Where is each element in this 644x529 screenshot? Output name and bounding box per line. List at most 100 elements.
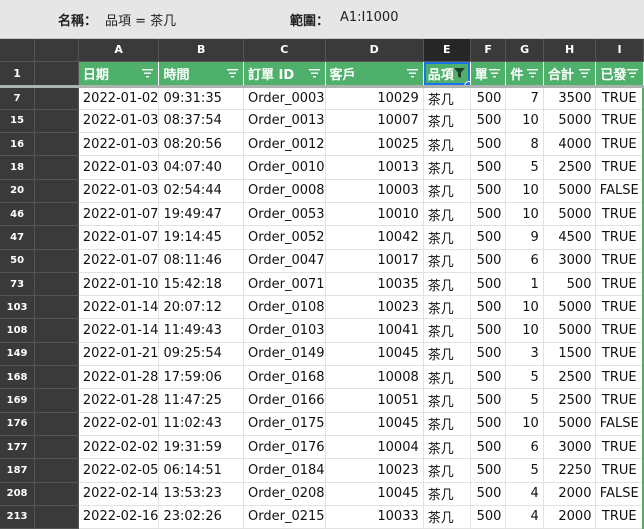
cell-g[interactable]: 1 — [505, 272, 544, 297]
filter-header-i[interactable]: 已發 — [595, 61, 644, 88]
filter-active-icon[interactable] — [453, 68, 465, 78]
cell-i[interactable]: TRUE — [595, 272, 644, 297]
cell-d[interactable]: 10017 — [325, 249, 424, 273]
cell-h[interactable]: 2000 — [543, 505, 597, 529]
cell-d[interactable]: 10045 — [325, 342, 424, 367]
cell-i[interactable]: FALSE — [595, 179, 644, 203]
cell-i[interactable]: TRUE — [595, 388, 644, 413]
cell-d[interactable]: 10007 — [325, 109, 424, 134]
cell-e[interactable]: 茶几 — [423, 388, 471, 413]
cell-i[interactable]: TRUE — [595, 202, 644, 227]
cell-b[interactable]: 09:31:35 — [158, 86, 245, 110]
cell-b[interactable]: 11:47:25 — [158, 388, 245, 413]
cell-c[interactable]: Order_0108 — [243, 295, 326, 320]
row-number[interactable]: 16 — [0, 132, 36, 157]
cell-e[interactable]: 茶几 — [423, 435, 471, 460]
cell-h[interactable]: 2000 — [543, 482, 597, 506]
row-number[interactable]: 15 — [0, 109, 36, 134]
cell-b[interactable]: 19:49:47 — [158, 202, 245, 227]
cell-b[interactable]: 08:11:46 — [158, 249, 245, 273]
cell-g[interactable]: 5 — [505, 155, 544, 180]
cell-d[interactable]: 10051 — [325, 388, 424, 413]
cell-b[interactable]: 04:07:40 — [158, 155, 245, 180]
cell-g[interactable]: 5 — [505, 458, 544, 483]
cell-a[interactable]: 2022-01-10 — [78, 272, 160, 297]
cell-h[interactable]: 5000 — [543, 179, 597, 203]
cell-h[interactable]: 5000 — [543, 318, 597, 343]
cell-a[interactable]: 2022-01-03 — [78, 155, 160, 180]
cell-f[interactable]: 500 — [470, 435, 507, 460]
column-header-h[interactable]: H — [543, 39, 597, 62]
cell-c[interactable]: Order_0052 — [243, 225, 326, 250]
cell-h[interactable]: 3000 — [543, 435, 597, 460]
cell-d[interactable]: 10045 — [325, 482, 424, 506]
cell-f[interactable]: 500 — [470, 482, 507, 506]
column-header-d[interactable]: D — [325, 39, 424, 62]
cell-c[interactable]: Order_0208 — [243, 482, 326, 506]
cell-f[interactable]: 500 — [470, 179, 507, 203]
cell-i[interactable]: TRUE — [595, 365, 644, 390]
cell-i[interactable]: TRUE — [595, 458, 644, 483]
cell-g[interactable]: 10 — [505, 295, 544, 320]
cell-f[interactable]: 500 — [470, 132, 507, 157]
cell-d[interactable]: 10003 — [325, 179, 424, 203]
filter-header-b[interactable]: 時間 — [158, 61, 245, 88]
cell-g[interactable]: 10 — [505, 202, 544, 227]
cell-e[interactable]: 茶几 — [423, 295, 471, 320]
cell-i[interactable]: TRUE — [595, 505, 644, 529]
cell-d[interactable]: 10023 — [325, 458, 424, 483]
cell-c[interactable]: Order_0071 — [243, 272, 326, 297]
cell-e[interactable]: 茶几 — [423, 155, 471, 180]
cell-f[interactable]: 500 — [470, 155, 507, 180]
cell-c[interactable]: Order_0003 — [243, 86, 326, 110]
cell-a[interactable]: 2022-01-28 — [78, 388, 160, 413]
cell-g[interactable]: 10 — [505, 318, 544, 343]
cell-i[interactable]: TRUE — [595, 342, 644, 367]
filter-icon[interactable] — [526, 68, 538, 78]
cell-c[interactable]: Order_0168 — [243, 365, 326, 390]
cell-e[interactable]: 茶几 — [423, 202, 471, 227]
cell-c[interactable]: Order_0013 — [243, 109, 326, 134]
filter-header-e[interactable]: 品項 — [423, 61, 471, 88]
column-header-e[interactable]: E — [423, 39, 471, 62]
cell-g[interactable]: 3 — [505, 342, 544, 367]
cell-e[interactable]: 茶几 — [423, 505, 471, 529]
spreadsheet-grid[interactable]: A B C D E F G H I 1 日期 時間 訂單 ID 客戶 品項單件合計 已發 7 2022-01-02… — [0, 39, 644, 529]
cell-h[interactable]: 5000 — [543, 412, 597, 436]
row-number[interactable]: 168 — [0, 365, 36, 390]
cell-g[interactable]: 6 — [505, 249, 544, 273]
cell-d[interactable]: 10045 — [325, 412, 424, 436]
cell-e[interactable]: 茶几 — [423, 109, 471, 134]
filter-header-d[interactable]: 客戶 — [325, 61, 424, 88]
cell-h[interactable]: 2500 — [543, 365, 597, 390]
cell-f[interactable]: 500 — [470, 365, 507, 390]
cell-h[interactable]: 3000 — [543, 249, 597, 273]
cell-i[interactable]: TRUE — [595, 249, 644, 273]
filter-icon[interactable] — [579, 68, 591, 78]
cell-a[interactable]: 2022-01-03 — [78, 109, 160, 134]
cell-h[interactable]: 5000 — [543, 109, 597, 134]
column-header-g[interactable]: G — [505, 39, 544, 62]
cell-f[interactable]: 500 — [470, 86, 507, 110]
cell-a[interactable]: 2022-02-02 — [78, 435, 160, 460]
cell-g[interactable]: 5 — [505, 388, 544, 413]
cell-b[interactable]: 11:02:43 — [158, 412, 245, 436]
cell-b[interactable]: 23:02:26 — [158, 505, 245, 529]
row-number[interactable]: 169 — [0, 388, 36, 413]
cell-a[interactable]: 2022-01-07 — [78, 225, 160, 250]
cell-a[interactable]: 2022-01-07 — [78, 202, 160, 227]
cell-g[interactable]: 10 — [505, 179, 544, 203]
cell-e[interactable]: 茶几 — [423, 272, 471, 297]
cell-c[interactable]: Order_0053 — [243, 202, 326, 227]
cell-i[interactable]: FALSE — [595, 412, 644, 436]
cell-c[interactable]: Order_0215 — [243, 505, 326, 529]
cell-c[interactable]: Order_0149 — [243, 342, 326, 367]
cell-h[interactable]: 2500 — [543, 155, 597, 180]
column-header-i[interactable]: I — [595, 39, 644, 62]
cell-b[interactable]: 20:07:12 — [158, 295, 245, 320]
filter-icon[interactable] — [489, 68, 501, 78]
cell-a[interactable]: 2022-01-14 — [78, 318, 160, 343]
cell-i[interactable]: TRUE — [595, 155, 644, 180]
row-number[interactable]: 46 — [0, 202, 36, 227]
row-number[interactable]: 20 — [0, 179, 36, 203]
